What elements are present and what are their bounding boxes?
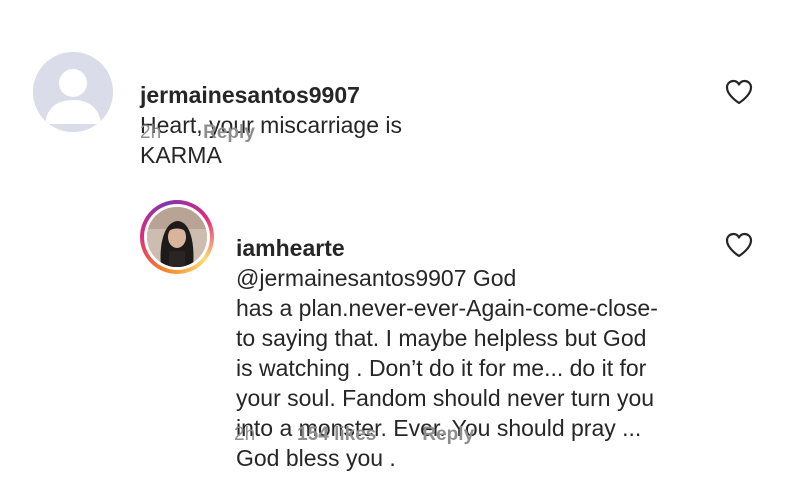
reply-button[interactable]: Reply <box>422 424 474 446</box>
comment-time: 2h <box>234 424 256 445</box>
comment-username[interactable]: jermainesantos9907 <box>140 82 360 108</box>
comment-username[interactable]: iamhearte <box>236 235 345 261</box>
story-ring-avatar[interactable] <box>140 200 214 274</box>
reply-button[interactable]: Reply <box>203 122 255 144</box>
profile-photo <box>147 207 207 267</box>
heart-icon[interactable] <box>724 78 754 106</box>
comment-meta: 2h Reply <box>140 122 255 144</box>
likes-count[interactable]: 154 likes <box>297 424 376 446</box>
heart-icon[interactable] <box>724 231 754 259</box>
comment-meta: 2h 154 likes Reply <box>234 424 474 446</box>
comment-body: jermainesantos9907 Heart, your miscarria… <box>140 50 700 170</box>
default-avatar-icon[interactable] <box>33 52 113 132</box>
comment-time: 2h <box>140 122 162 143</box>
